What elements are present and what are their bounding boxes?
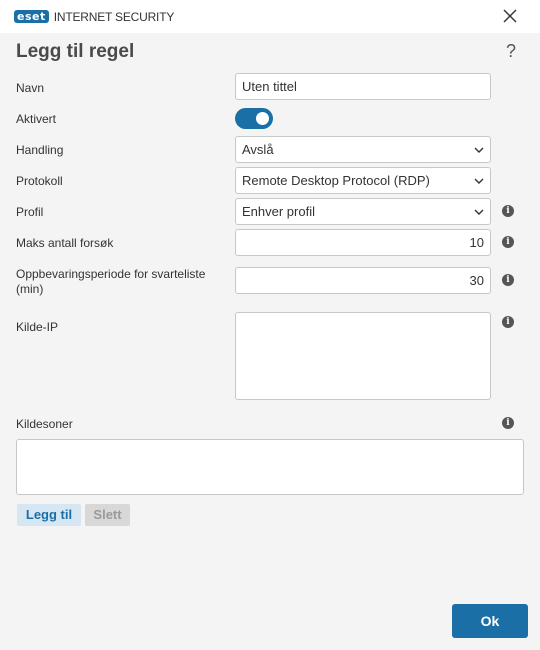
info-icon[interactable]: i [502, 417, 514, 429]
source-ip-label: Kilde-IP [16, 320, 59, 334]
chevron-down-icon [474, 209, 484, 215]
product-name: INTERNET SECURITY [53, 9, 175, 24]
dialog-title: Legg til regel [16, 41, 135, 62]
source-ip-textarea[interactable] [235, 312, 491, 400]
retention-label: Oppbevaringsperiode for svarteliste (min… [16, 267, 206, 296]
info-icon[interactable]: i [502, 205, 514, 217]
source-zones-list[interactable] [16, 439, 524, 495]
name-label: Navn [16, 81, 45, 95]
info-icon[interactable]: i [502, 274, 514, 286]
close-icon[interactable] [502, 7, 518, 25]
profile-label: Profil [16, 205, 44, 219]
action-label: Handling [16, 143, 64, 157]
info-icon[interactable]: i [502, 236, 514, 248]
chevron-down-icon [474, 178, 484, 184]
chevron-down-icon [474, 147, 484, 153]
info-icon[interactable]: i [502, 316, 514, 328]
protocol-value: Remote Desktop Protocol (RDP) [242, 173, 430, 188]
name-input[interactable]: Uten tittel [235, 73, 491, 100]
protocol-select[interactable]: Remote Desktop Protocol (RDP) [235, 167, 491, 194]
action-select[interactable]: Avslå [235, 136, 491, 163]
add-button[interactable]: Legg til [17, 504, 81, 526]
action-value: Avslå [242, 142, 274, 157]
help-icon[interactable]: ? [506, 41, 516, 62]
max-attempts-input[interactable]: 10 [235, 229, 491, 256]
source-zones-label: Kildesoner [16, 417, 73, 431]
retention-input[interactable]: 30 [235, 267, 491, 294]
profile-select[interactable]: Enhver profil [235, 198, 491, 225]
retention-value: 30 [469, 273, 484, 288]
eset-logo: eset INTERNET SECURITY [14, 9, 174, 24]
logo-badge: eset [14, 10, 49, 23]
ok-button[interactable]: Ok [452, 604, 528, 638]
max-attempts-value: 10 [469, 235, 484, 250]
enabled-toggle[interactable] [235, 108, 273, 129]
max-attempts-label: Maks antall forsøk [16, 236, 114, 250]
delete-button: Slett [85, 504, 130, 526]
protocol-label: Protokoll [16, 174, 63, 188]
title-bar: eset INTERNET SECURITY [0, 0, 540, 33]
name-value: Uten tittel [242, 79, 297, 94]
profile-value: Enhver profil [242, 204, 315, 219]
toggle-knob [256, 112, 269, 125]
enabled-label: Aktivert [16, 112, 57, 126]
